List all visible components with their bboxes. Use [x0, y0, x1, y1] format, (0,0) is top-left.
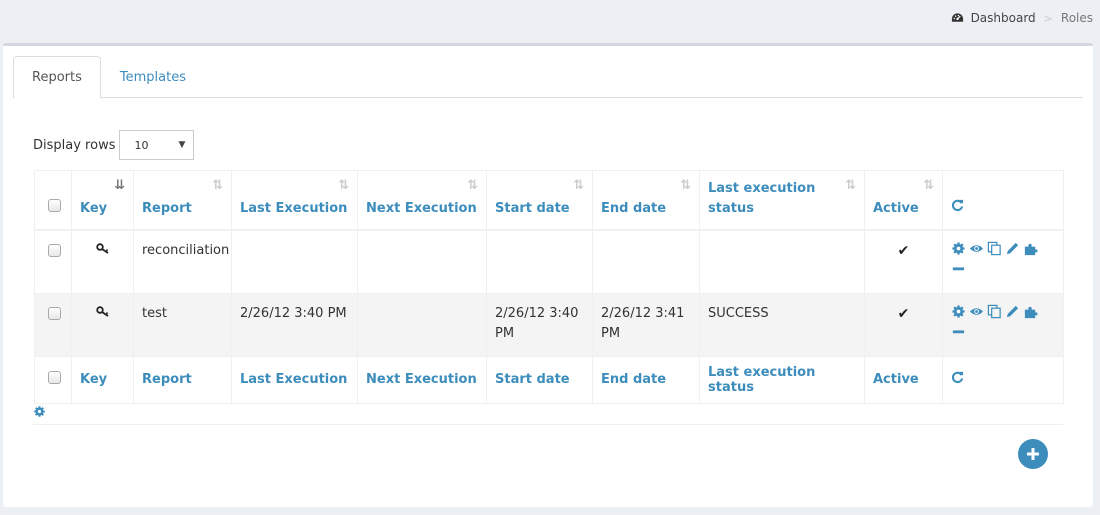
key-icon	[95, 243, 108, 254]
minus-icon[interactable]	[951, 322, 966, 337]
column-header-actions	[942, 170, 1064, 231]
status-cell	[699, 229, 865, 294]
column-header-start-date[interactable]: ⇅ Start date	[486, 170, 593, 231]
divider	[33, 424, 1063, 425]
table-footer-row: Key Report Last Execution Next Execution…	[34, 355, 1064, 404]
puzzle-icon[interactable]	[1023, 304, 1038, 319]
column-header-end-date[interactable]: ⇅ End date	[592, 170, 700, 231]
select-all-header	[34, 170, 72, 231]
sort-icon[interactable]: ⇅	[467, 179, 478, 193]
tab-reports[interactable]: Reports	[13, 56, 101, 99]
sort-desc-icon[interactable]: ⇊	[114, 179, 125, 193]
pencil-icon[interactable]	[1005, 241, 1020, 256]
sort-icon[interactable]: ⇅	[573, 179, 584, 193]
column-header-last-execution-status[interactable]: ⇅ Last execution status	[699, 170, 865, 231]
last-execution-cell	[231, 229, 358, 294]
gear-icon[interactable]	[951, 241, 966, 256]
gear-icon[interactable]	[951, 304, 966, 319]
footer-key: Key	[71, 355, 134, 404]
table-header-row: ⇊ Key ⇅ Report ⇅ Last Execution ⇅ Next Execu…	[34, 170, 1064, 231]
breadcrumb-separator: >	[1043, 11, 1053, 25]
select-all-footer-checkbox[interactable]	[48, 371, 61, 384]
footer-start-date: Start date	[486, 355, 593, 404]
column-header-last-execution[interactable]: ⇅ Last Execution	[231, 170, 358, 231]
report-name[interactable]: test	[133, 292, 232, 357]
table-settings-gear-icon[interactable]	[33, 405, 46, 418]
next-execution-cell	[357, 229, 487, 294]
reports-panel: Reports Templates Display rows 10 ▼ ⇊ Key…	[3, 43, 1093, 507]
pencil-icon[interactable]	[1005, 304, 1020, 319]
footer-end-date: End date	[592, 355, 700, 404]
end-date-cell	[592, 229, 700, 294]
chevron-down-icon: ▼	[178, 140, 186, 150]
column-header-key[interactable]: ⇊ Key	[71, 170, 134, 231]
copy-icon[interactable]	[987, 304, 1002, 319]
refresh-icon[interactable]	[951, 199, 964, 212]
table-row: reconciliation ✔	[34, 229, 1064, 294]
plus-icon	[1027, 448, 1039, 460]
footer-last-execution-status: Last execution status	[699, 355, 865, 404]
row-checkbox[interactable]	[48, 244, 61, 257]
start-date-cell	[486, 229, 593, 294]
report-name[interactable]: reconciliation	[133, 229, 232, 294]
check-icon: ✔	[897, 305, 910, 322]
display-rows-select[interactable]: 10 ▼	[119, 130, 195, 160]
display-rows-label: Display rows	[33, 137, 116, 153]
sort-icon[interactable]: ⇅	[923, 179, 934, 193]
sort-icon[interactable]: ⇅	[212, 179, 223, 193]
eye-icon[interactable]	[969, 304, 984, 319]
start-date-cell: 2/26/12 3:40 PM	[486, 292, 593, 357]
select-all-checkbox[interactable]	[48, 199, 61, 212]
column-header-next-execution[interactable]: ⇅ Next Execution	[357, 170, 487, 231]
sort-icon[interactable]: ⇅	[338, 179, 349, 193]
row-checkbox[interactable]	[48, 306, 61, 320]
footer-report: Report	[133, 355, 232, 404]
display-rows-value: 10	[134, 138, 149, 152]
refresh-icon[interactable]	[951, 371, 964, 384]
next-execution-cell	[357, 292, 487, 357]
row-actions	[951, 241, 1041, 274]
column-header-active[interactable]: ⇅ Active	[864, 170, 943, 231]
last-execution-cell: 2/26/12 3:40 PM	[231, 292, 358, 357]
table-row: test 2/26/12 3:40 PM 2/26/12 3:40 PM 2/2…	[34, 292, 1064, 357]
sort-icon[interactable]: ⇅	[845, 179, 856, 193]
breadcrumb: Dashboard > Roles	[951, 11, 1093, 25]
row-actions	[951, 304, 1041, 337]
status-cell: SUCCESS	[699, 292, 865, 357]
add-report-button[interactable]	[1018, 439, 1048, 469]
end-date-cell: 2/26/12 3:41 PM	[592, 292, 700, 357]
tab-templates[interactable]: Templates	[101, 56, 205, 98]
eye-icon[interactable]	[969, 241, 984, 256]
minus-icon[interactable]	[951, 259, 966, 274]
tab-bar: Reports Templates	[13, 56, 1083, 99]
puzzle-icon[interactable]	[1023, 241, 1038, 256]
reports-table: ⇊ Key ⇅ Report ⇅ Last Execution ⇅ Next Execu…	[34, 170, 1064, 404]
dashboard-icon	[951, 13, 963, 22]
key-icon	[95, 305, 108, 317]
breadcrumb-dashboard-link[interactable]: Dashboard	[971, 11, 1036, 25]
check-icon: ✔	[897, 243, 910, 259]
column-header-report[interactable]: ⇅ Report	[133, 170, 232, 231]
display-rows-control: Display rows 10 ▼	[33, 130, 195, 160]
footer-last-execution: Last Execution	[231, 355, 358, 404]
copy-icon[interactable]	[987, 241, 1002, 256]
sort-icon[interactable]: ⇅	[680, 179, 691, 193]
footer-next-execution: Next Execution	[357, 355, 487, 404]
breadcrumb-current: Roles	[1060, 11, 1093, 25]
footer-active: Active	[864, 355, 943, 404]
